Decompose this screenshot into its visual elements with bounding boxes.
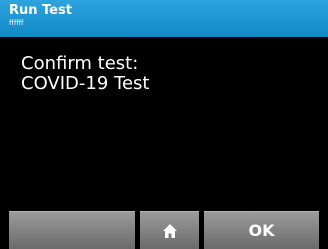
left-softkey-button[interactable] [9, 211, 135, 249]
home-icon [162, 223, 178, 239]
confirm-label: Confirm test: [21, 53, 139, 74]
footer-bar: OK [0, 211, 328, 249]
screen-title: Run Test [9, 3, 72, 18]
ok-button-label: OK [248, 221, 275, 240]
confirm-message: Confirm test: COVID-19 Test [21, 54, 149, 94]
screen-subtitle: ffffff [9, 19, 24, 27]
test-name: COVID-19 Test [21, 73, 150, 94]
title-bar: Run Test ffffff [0, 0, 328, 37]
home-button[interactable] [140, 211, 199, 249]
device-screen: Run Test ffffff Confirm test: COVID-19 T… [0, 0, 328, 249]
ok-button[interactable]: OK [204, 211, 319, 249]
